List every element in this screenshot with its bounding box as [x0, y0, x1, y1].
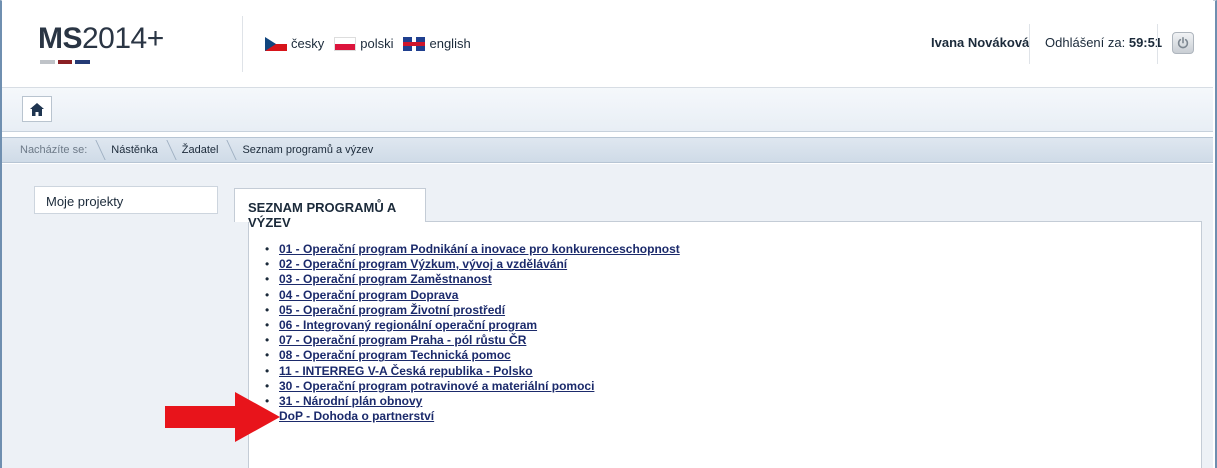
program-list-item: 06 - Integrovaný regionální operační pro… [263, 318, 680, 333]
user-divider [1029, 24, 1030, 64]
toolbar [2, 88, 1213, 132]
programs-list: 01 - Operační program Podnikání a inovac… [263, 242, 680, 425]
lang-polish-label: polski [360, 36, 394, 51]
program-link[interactable]: 30 - Operační program potravinové a mate… [279, 379, 594, 393]
lang-english-label: english [429, 36, 471, 51]
logout-countdown-label: Odhlášení za: [1045, 35, 1126, 50]
ms2014-logo[interactable]: MS2014+ [38, 22, 164, 56]
header: MS2014+ česky polski english Ivana Novák… [2, 0, 1213, 88]
program-list-item: 11 - INTERREG V-A Česká republika - Pols… [263, 364, 680, 379]
program-link[interactable]: 04 - Operační program Doprava [279, 288, 458, 302]
program-list-item: 01 - Operační program Podnikání a inovac… [263, 242, 680, 257]
flag-cz-icon [265, 36, 287, 51]
program-link[interactable]: 03 - Operační program Zaměstnanost [279, 272, 492, 286]
tab-seznam-programu[interactable]: SEZNAM PROGRAMŮ A VÝZEV [234, 188, 426, 230]
program-list-item: 07 - Operační program Praha - pól růstu … [263, 333, 680, 348]
lang-polish[interactable]: polski [334, 36, 393, 51]
logo-stripe [40, 60, 91, 64]
program-link[interactable]: 11 - INTERREG V-A Česká republika - Pols… [279, 364, 533, 378]
program-list-item: 03 - Operační program Zaměstnanost [263, 272, 680, 287]
logout-button[interactable] [1172, 32, 1194, 54]
program-link[interactable]: DoP - Dohoda o partnerství [279, 409, 434, 423]
lang-czech-label: česky [291, 36, 325, 51]
program-link[interactable]: 06 - Integrovaný regionální operační pro… [279, 318, 537, 332]
flag-gb-icon [403, 36, 426, 51]
sidebar-item-moje-projekty[interactable]: Moje projekty [34, 186, 218, 214]
program-list-item: 05 - Operační program Životní prostředí [263, 303, 680, 318]
program-link[interactable]: 07 - Operační program Praha - pól růstu … [279, 333, 526, 347]
program-link[interactable]: 31 - Národní plán obnovy [279, 394, 422, 408]
program-link[interactable]: 05 - Operační program Životní prostředí [279, 303, 505, 317]
breadcrumb-item-zadatel[interactable]: Žadatel [172, 138, 233, 162]
program-link[interactable]: 01 - Operační program Podnikání a inovac… [279, 242, 680, 256]
home-icon [30, 102, 44, 116]
lang-english[interactable]: english [403, 36, 471, 51]
program-list-item: 02 - Operační program Výzkum, vývoj a vz… [263, 257, 680, 272]
power-icon [1177, 36, 1189, 49]
programs-panel: 01 - Operační program Podnikání a inovac… [248, 221, 1202, 468]
program-link[interactable]: 02 - Operační program Výzkum, vývoj a vz… [279, 257, 567, 271]
flag-pl-icon [334, 36, 357, 51]
lang-czech[interactable]: česky [265, 36, 324, 51]
user-name[interactable]: Ivana Nováková [931, 35, 1029, 50]
program-list-item: 08 - Operační program Technická pomoc [263, 348, 680, 363]
home-button[interactable] [22, 96, 52, 122]
program-list-item: 30 - Operační program potravinové a mate… [263, 379, 680, 394]
breadcrumb-item-nastenka[interactable]: Nástěnka [101, 138, 171, 162]
breadcrumb-item-current: Seznam programů a výzev [242, 144, 374, 156]
program-list-item: DoP - Dohoda o partnerství [263, 409, 680, 424]
language-switcher: česky polski english [265, 36, 471, 51]
program-list-item: 31 - Národní plán obnovy [263, 394, 680, 409]
breadcrumb-prefix: Nacházíte se: [2, 138, 101, 162]
program-link[interactable]: 08 - Operační program Technická pomoc [279, 348, 511, 362]
logout-divider [1157, 24, 1158, 64]
program-list-item: 04 - Operační program Doprava [263, 288, 680, 303]
header-divider [242, 16, 243, 72]
logout-countdown: Odhlášení za: 59:51 [1045, 35, 1162, 50]
breadcrumb: Nacházíte se: Nástěnka Žadatel Seznam pr… [2, 137, 1213, 163]
red-arrow-annotation [165, 392, 280, 442]
